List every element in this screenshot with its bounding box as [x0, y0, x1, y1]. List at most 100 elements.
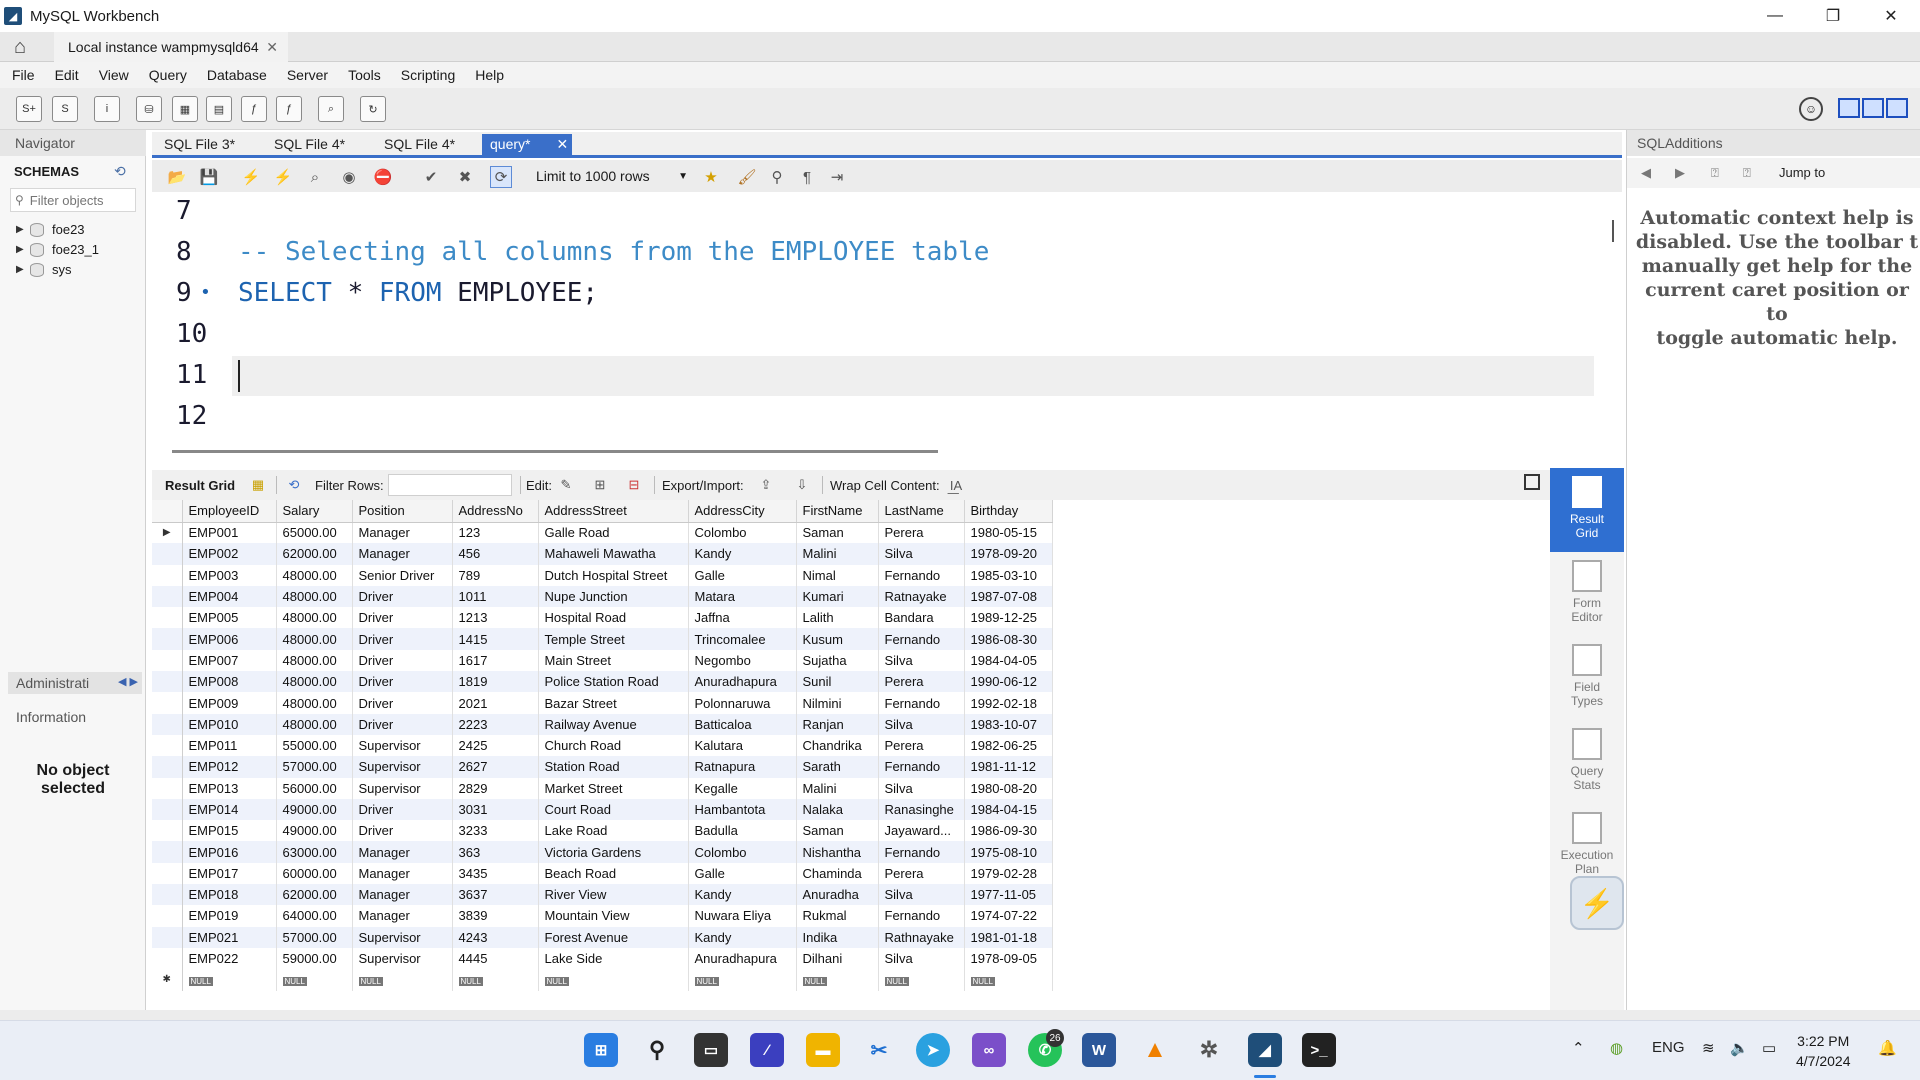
table-cell[interactable]: EMP022	[182, 947, 277, 970]
clock[interactable]: 3:22 PM 4/7/2024	[1796, 1031, 1851, 1071]
row-header[interactable]	[152, 607, 183, 629]
table-cell[interactable]: Manager	[352, 841, 453, 863]
table-cell[interactable]: EMP016	[182, 841, 277, 863]
table-cell[interactable]: Supervisor	[352, 777, 453, 799]
edit-row-icon[interactable]: ✎	[556, 475, 576, 495]
vlc-icon[interactable]: ▲	[1138, 1033, 1172, 1067]
table-cell[interactable]: Rukmal	[796, 905, 879, 927]
table-cell[interactable]: Silva	[878, 777, 965, 799]
table-cell[interactable]: Nuwara Eliya	[688, 905, 797, 927]
table-cell[interactable]: Chandrika	[796, 734, 879, 757]
wifi-icon[interactable]: ≋	[1702, 1039, 1715, 1057]
table-cell[interactable]: EMP009	[182, 692, 277, 714]
table-row[interactable]: EMP007 48000.00 Driver 1617 Main Street Negom…	[152, 649, 1053, 672]
table-cell[interactable]: Market Street	[538, 777, 689, 799]
table-cell[interactable]: Manager	[352, 522, 453, 544]
table-cell[interactable]: 1617	[452, 649, 539, 672]
close-connection-tab-icon[interactable]: ✕	[266, 39, 278, 56]
menu-help[interactable]: Help	[475, 67, 504, 83]
table-cell[interactable]: 1978-09-20	[964, 543, 1053, 565]
null-cell[interactable]: NULL	[688, 969, 797, 991]
table-cell[interactable]: EMP001	[182, 522, 277, 544]
table-cell[interactable]: Station Road	[538, 756, 689, 778]
table-cell[interactable]: Sujatha	[796, 649, 879, 672]
tab-sql-file-4-b[interactable]: SQL File 4*	[376, 134, 480, 156]
table-cell[interactable]: Kumari	[796, 585, 879, 608]
table-cell[interactable]: 63000.00	[276, 841, 353, 863]
table-cell[interactable]: 64000.00	[276, 905, 353, 927]
row-header[interactable]	[152, 820, 183, 842]
table-cell[interactable]: EMP021	[182, 926, 277, 948]
table-cell[interactable]: Colombo	[688, 522, 797, 544]
table-cell[interactable]: Driver	[352, 649, 453, 672]
table-cell[interactable]: Lake Side	[538, 947, 689, 970]
table-cell[interactable]: EMP006	[182, 628, 277, 650]
expand-arrow-icon[interactable]: ▶	[16, 244, 30, 255]
column-header[interactable]: AddressNo	[452, 500, 539, 523]
table-cell[interactable]: Badulla	[688, 820, 797, 842]
table-cell[interactable]: 1011	[452, 585, 539, 608]
table-cell[interactable]: 55000.00	[276, 734, 353, 757]
table-cell[interactable]: Lalith	[796, 607, 879, 629]
table-cell[interactable]: EMP007	[182, 649, 277, 672]
row-header[interactable]	[152, 841, 183, 863]
table-cell[interactable]: 1985-03-10	[964, 564, 1053, 586]
table-cell[interactable]: Dilhani	[796, 947, 879, 970]
table-cell[interactable]: Driver	[352, 585, 453, 608]
table-cell[interactable]: 123	[452, 522, 539, 544]
table-cell[interactable]: Forest Avenue	[538, 926, 689, 948]
table-cell[interactable]: 59000.00	[276, 947, 353, 970]
row-header[interactable]	[152, 649, 183, 672]
column-header[interactable]: FirstName	[796, 500, 879, 523]
table-cell[interactable]: EMP013	[182, 777, 277, 799]
table-cell[interactable]: 3031	[452, 798, 539, 821]
table-row[interactable]: EMP004 48000.00 Driver 1011 Nupe Junction Mat…	[152, 585, 1053, 608]
table-cell[interactable]: Sunil	[796, 671, 879, 693]
table-cell[interactable]: 2223	[452, 713, 539, 735]
tab-query[interactable]: query* ✕	[482, 134, 572, 156]
table-cell[interactable]: 2829	[452, 777, 539, 799]
execute-icon[interactable]: ⚡	[240, 166, 262, 188]
table-cell[interactable]: Kusum	[796, 628, 879, 650]
table-cell[interactable]: Ranasinghe	[878, 798, 965, 821]
language-indicator[interactable]: ENG	[1652, 1039, 1685, 1056]
table-cell[interactable]: 1213	[452, 607, 539, 629]
table-cell[interactable]: 62000.00	[276, 884, 353, 906]
table-cell[interactable]: EMP004	[182, 585, 277, 608]
table-cell[interactable]: 1977-11-05	[964, 884, 1053, 906]
table-cell[interactable]: 1987-07-08	[964, 585, 1053, 608]
null-cell[interactable]: NULL	[452, 969, 539, 991]
table-cell[interactable]: 3637	[452, 884, 539, 906]
table-cell[interactable]: Mahaweli Mawatha	[538, 543, 689, 565]
table-cell[interactable]: Matara	[688, 585, 797, 608]
limit-rows-select[interactable]: Limit to 1000 rows ▼	[530, 165, 692, 187]
table-row[interactable]: EMP003 48000.00 Senior Driver 789 Dutch Hosp…	[152, 564, 1053, 586]
table-cell[interactable]: 3233	[452, 820, 539, 842]
grid-view-icon[interactable]: ▦	[248, 475, 268, 495]
menu-tools[interactable]: Tools	[348, 67, 381, 83]
new-row[interactable]: ✱ NULL NULL NULL NULL NULL NULL NULL NULL NULL	[152, 969, 1053, 991]
table-cell[interactable]: 1982-06-25	[964, 734, 1053, 757]
table-cell[interactable]: Hospital Road	[538, 607, 689, 629]
tab-switch-arrows-icon[interactable]: ◀ ▶	[118, 675, 138, 694]
table-cell[interactable]: 2627	[452, 756, 539, 778]
table-row[interactable]: EMP005 48000.00 Driver 1213 Hospital Road Jaf…	[152, 607, 1053, 629]
table-cell[interactable]: Ratnapura	[688, 756, 797, 778]
table-cell[interactable]: Malini	[796, 543, 879, 565]
table-cell[interactable]: Kegalle	[688, 777, 797, 799]
table-cell[interactable]: Driver	[352, 713, 453, 735]
table-cell[interactable]: Kandy	[688, 543, 797, 565]
table-cell[interactable]: Anuradhapura	[688, 947, 797, 970]
table-cell[interactable]: Galle Road	[538, 522, 689, 544]
table-cell[interactable]: Polonnaruwa	[688, 692, 797, 714]
table-cell[interactable]: 1984-04-05	[964, 649, 1053, 672]
table-cell[interactable]: Dutch Hospital Street	[538, 564, 689, 586]
refresh-results-icon[interactable]: ⟲	[284, 475, 304, 495]
sql-editor[interactable]: 7 8 9 • 10 11 12 -- Selecting all column…	[152, 192, 1614, 440]
table-cell[interactable]: Temple Street	[538, 628, 689, 650]
table-cell[interactable]: EMP010	[182, 713, 277, 735]
export-icon[interactable]: ⇪	[756, 475, 776, 495]
table-cell[interactable]: Manager	[352, 905, 453, 927]
table-row[interactable]: EMP009 48000.00 Driver 2021 Bazar Street Polo…	[152, 692, 1053, 714]
table-cell[interactable]: EMP017	[182, 862, 277, 885]
